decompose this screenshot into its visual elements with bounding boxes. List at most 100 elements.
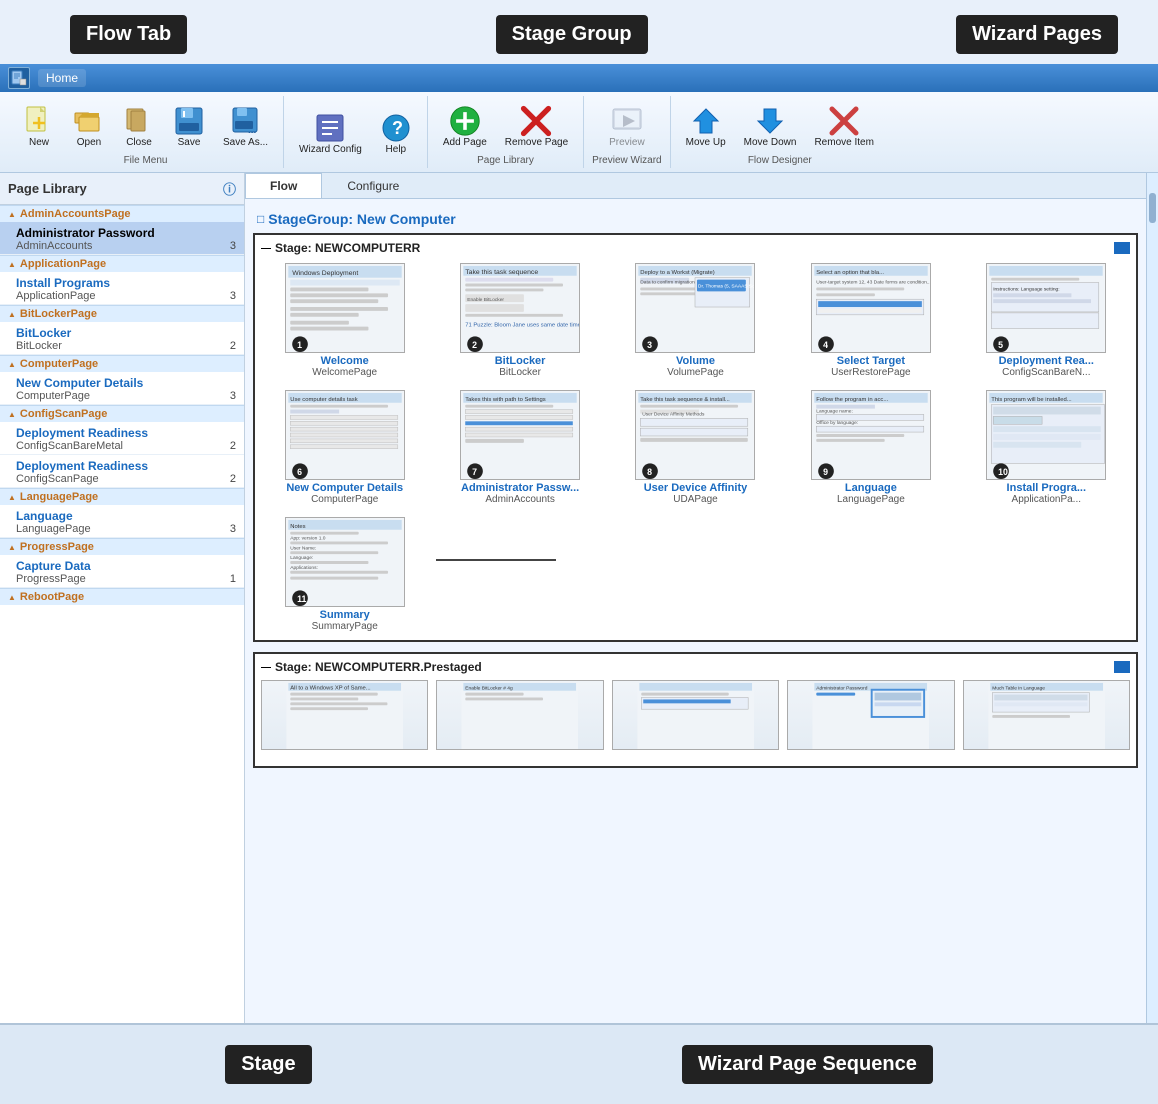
- svg-text:6: 6: [297, 467, 302, 477]
- close-button[interactable]: Close: [116, 101, 162, 152]
- wizard-page-4[interactable]: Select an option that bla... User-target…: [787, 261, 954, 380]
- sidebar-section-bitlocker-page[interactable]: BitLockerPage: [0, 305, 244, 322]
- home-tab-button[interactable]: Home: [38, 69, 86, 87]
- wizard-page-8[interactable]: Take this task sequence & install... Use…: [612, 388, 779, 507]
- save-as-button[interactable]: ... Save As...: [216, 101, 275, 152]
- page-7-name: Administrator Passw...: [461, 482, 579, 494]
- prestaged-stage-header-left: — Stage: NEWCOMPUTERR.Prestaged: [261, 660, 482, 674]
- new-button[interactable]: New: [16, 101, 62, 152]
- add-page-button[interactable]: Add Page: [436, 101, 494, 152]
- svg-text:8: 8: [648, 467, 653, 477]
- sidebar-section-language-page[interactable]: LanguagePage: [0, 488, 244, 505]
- page-4-thumbnail: Select an option that bla... User-target…: [811, 263, 931, 353]
- wizard-page-3[interactable]: Deploy to a Workst (Migrate) Data to con…: [612, 261, 779, 380]
- page-11-thumbnail: Notes App: version 1.0 User Name: Langua…: [285, 517, 405, 607]
- new-icon: [23, 105, 55, 137]
- page-1-name: Welcome: [321, 355, 369, 367]
- tab-flow[interactable]: Flow: [245, 173, 322, 198]
- preview-wizard-group: Preview Preview Wizard: [584, 96, 670, 168]
- page-5-type: ConfigScanBareN...: [1002, 367, 1090, 378]
- sidebar-item-deployment-readiness-scan[interactable]: Deployment Readiness ConfigScanPage 2: [0, 455, 244, 488]
- sidebar-item-capture-data[interactable]: Capture Data ProgressPage 1: [0, 555, 244, 588]
- stage-flag: [1114, 242, 1130, 254]
- svg-text:Language name:: Language name:: [816, 409, 853, 415]
- page-10-type: ApplicationPa...: [1012, 494, 1082, 505]
- stage-header: — Stage: NEWCOMPUTERR: [261, 241, 1130, 255]
- remove-page-button[interactable]: Remove Page: [498, 101, 575, 152]
- stage-newcomputerr: — Stage: NEWCOMPUTERR Windows Deployme: [253, 233, 1138, 642]
- svg-text:Windows Deployment: Windows Deployment: [292, 270, 358, 277]
- app-bar: Home: [0, 64, 1158, 92]
- save-button[interactable]: Save: [166, 101, 212, 152]
- page-2-name: BitLocker: [495, 355, 546, 367]
- move-down-icon: [754, 105, 786, 137]
- move-down-button[interactable]: Move Down: [737, 101, 804, 152]
- collapse-icon[interactable]: □: [257, 212, 264, 226]
- svg-text:9: 9: [823, 467, 828, 477]
- sidebar-section-application-page[interactable]: ApplicationPage: [0, 255, 244, 272]
- prestaged-collapse-icon[interactable]: —: [261, 662, 271, 673]
- save-as-icon: ...: [230, 105, 262, 137]
- svg-text:3: 3: [648, 340, 653, 350]
- wizard-config-button[interactable]: Wizard Config: [292, 108, 369, 159]
- remove-page-icon: [520, 105, 552, 137]
- sidebar-section-progress-page[interactable]: ProgressPage: [0, 538, 244, 555]
- svg-text:Enable BitLocker # 4g: Enable BitLocker # 4g: [466, 686, 514, 692]
- svg-text:Enable BitLocker: Enable BitLocker: [467, 297, 504, 303]
- page-10-name: Install Progra...: [1007, 482, 1086, 494]
- app-icon[interactable]: [8, 67, 30, 89]
- sidebar-section-admin-accounts-page[interactable]: AdminAccountsPage: [0, 205, 244, 222]
- svg-text:1: 1: [297, 340, 302, 350]
- sidebar-info-icon[interactable]: ⓘ: [223, 179, 236, 198]
- move-up-button[interactable]: Move Up: [679, 101, 733, 152]
- svg-text:4: 4: [823, 340, 828, 350]
- svg-text:Use computer details task: Use computer details task: [290, 397, 357, 403]
- wizard-page-6[interactable]: Use computer details task 6: [261, 388, 428, 507]
- svg-text:Deploy to a Workst (Migrate): Deploy to a Workst (Migrate): [641, 270, 716, 276]
- svg-text:Office by language:: Office by language:: [816, 420, 858, 426]
- file-menu-label: File Menu: [124, 155, 168, 166]
- flow-spacer-1: [436, 515, 603, 634]
- help-icon: ?: [380, 112, 412, 144]
- sidebar-section-config-scan-page[interactable]: ConfigScanPage: [0, 405, 244, 422]
- sidebar-item-language[interactable]: Language LanguagePage 3: [0, 505, 244, 538]
- svg-text:10: 10: [998, 467, 1008, 477]
- open-button[interactable]: Open: [66, 101, 112, 152]
- wizard-page-5[interactable]: Instructions: Language setting: 5 Deploy…: [963, 261, 1130, 380]
- flow-tab-annotation: Flow Tab: [70, 15, 187, 54]
- sidebar-section-reboot-page[interactable]: RebootPage: [0, 588, 244, 605]
- wizard-page-2[interactable]: Take this task sequence Enable BitLocker…: [436, 261, 603, 380]
- flow-designer-label: Flow Designer: [748, 155, 812, 166]
- tab-configure[interactable]: Configure: [322, 173, 424, 198]
- sidebar-item-new-computer-details[interactable]: New Computer Details ComputerPage 3: [0, 372, 244, 405]
- vertical-scrollbar[interactable]: [1146, 173, 1158, 1023]
- sidebar-section-computer-page[interactable]: ComputerPage: [0, 355, 244, 372]
- svg-text:11: 11: [297, 594, 306, 604]
- sidebar-item-admin-password[interactable]: Administrator Password AdminAccounts 3: [0, 222, 244, 255]
- sidebar-item-deployment-readiness-baremetal[interactable]: Deployment Readiness ConfigScanBareMetal…: [0, 422, 244, 455]
- sidebar-item-bitlocker[interactable]: BitLocker BitLocker 2: [0, 322, 244, 355]
- wizard-page-7[interactable]: Takes this with path to Settings 7: [436, 388, 603, 507]
- stage-collapse-icon[interactable]: —: [261, 243, 271, 254]
- help-button[interactable]: ? Help: [373, 108, 419, 159]
- prestaged-thumb-4: Administrator Password: [787, 680, 954, 750]
- preview-button[interactable]: Preview: [602, 101, 652, 152]
- page-8-name: User Device Affinity: [644, 482, 748, 494]
- wizard-page-9[interactable]: Follow the program in acc... Language na…: [787, 388, 954, 507]
- top-annotations: Flow Tab Stage Group Wizard Pages: [0, 0, 1158, 64]
- flow-spacer-3: [787, 515, 954, 634]
- wizard-page-1[interactable]: Windows Deployment 1: [261, 261, 428, 380]
- stage-group-header: □ StageGroup: New Computer: [253, 207, 1138, 233]
- svg-text:User Name:: User Name:: [290, 545, 316, 551]
- ribbon: New Open: [0, 92, 1158, 173]
- sidebar-item-install-programs[interactable]: Install Programs ApplicationPage 3: [0, 272, 244, 305]
- wizard-page-11[interactable]: Notes App: version 1.0 User Name: Langua…: [261, 515, 428, 634]
- svg-text:Applications:: Applications:: [290, 565, 318, 571]
- remove-item-button[interactable]: Remove Item: [807, 101, 880, 152]
- wizard-page-10[interactable]: This program will be installed... 10: [963, 388, 1130, 507]
- prestaged-stage-title: Stage: NEWCOMPUTERR.Prestaged: [275, 660, 482, 674]
- wizard-config-icon: [314, 112, 346, 144]
- page-4-name: Select Target: [837, 355, 905, 367]
- prestaged-thumb-5: Much Table in Language: [963, 680, 1130, 750]
- page-library-sidebar: Page Library ⓘ AdminAccountsPage Adminis…: [0, 173, 245, 1023]
